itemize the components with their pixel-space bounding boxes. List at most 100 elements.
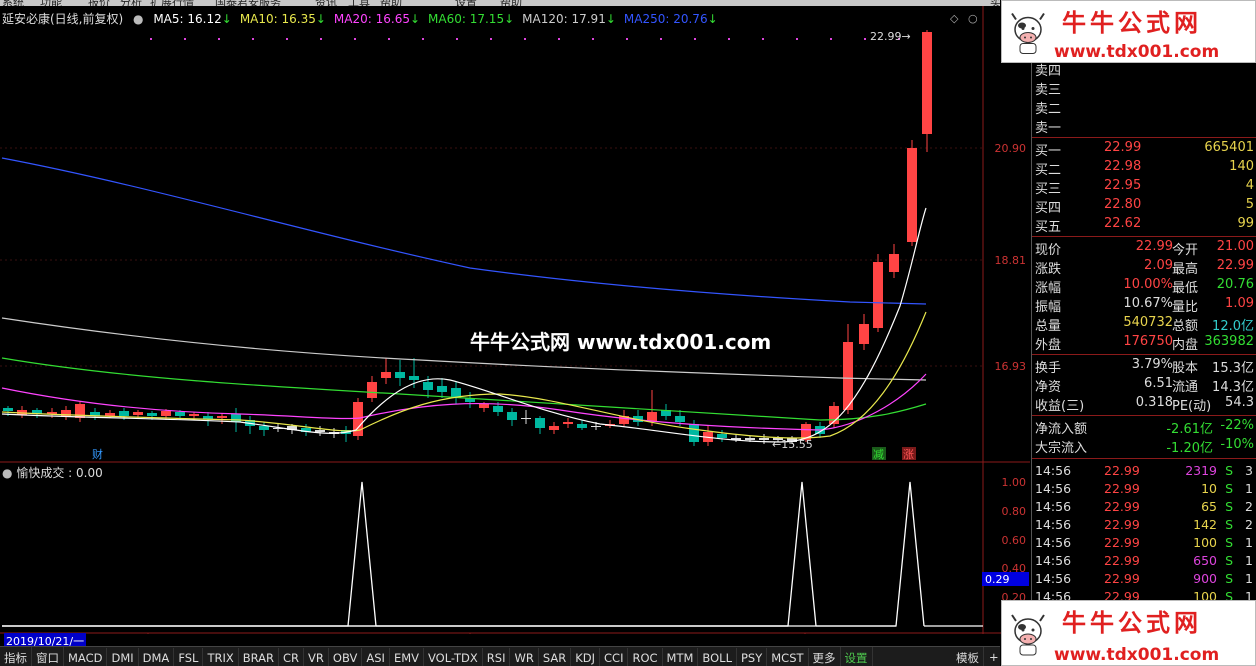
indicator-tab[interactable]: EMV — [390, 648, 424, 666]
bid-row[interactable]: 买三 22.95 4 — [1032, 178, 1256, 197]
stat-value: 363982 — [1204, 334, 1254, 349]
indicator-tab[interactable]: RSI — [483, 648, 511, 666]
stat-value: 10.67% — [1123, 296, 1173, 311]
stat-value: 540732 — [1123, 315, 1173, 330]
chart-area[interactable]: 20.90 18.81 16.93 1.00 0.80 0.60 0.40 0.20 0.29 ◇… — [0, 6, 1030, 649]
divider — [1032, 236, 1256, 237]
ask-row[interactable]: 卖一 — [1032, 117, 1256, 136]
indicator-tab[interactable]: BOLL — [698, 648, 737, 666]
indicator-header: ● 愉快成交 : 0.00 — [2, 464, 103, 481]
settings-circle-icon[interactable]: ● — [2, 466, 12, 480]
stat-label: 总额 — [1172, 319, 1199, 334]
bid-row[interactable]: 买五 22.62 99 — [1032, 216, 1256, 235]
indicator-tab[interactable]: DMA — [139, 648, 175, 666]
candle-body — [843, 342, 853, 410]
tick-row[interactable]: 14:56 22.99 2319 S 3 — [1032, 463, 1256, 481]
candle-body — [759, 438, 769, 440]
cow-mascot-icon — [1008, 607, 1048, 661]
indicator-tab[interactable]: MACD — [64, 648, 108, 666]
ma-legend-item: MA250: 20.76↓ — [624, 12, 718, 26]
flow-percent: -10% — [1220, 437, 1254, 452]
indicator-tab[interactable]: 窗口 — [32, 647, 64, 666]
bid-volume: 140 — [1229, 159, 1254, 174]
bid-row[interactable]: 买四 22.80 5 — [1032, 197, 1256, 216]
stat-value: 2.09 — [1144, 258, 1173, 273]
indicator-tab[interactable]: MTM — [663, 648, 699, 666]
ma-legend: MA5: 16.12↓ MA10: 16.35↓ MA20: 16.65↓ MA60:… — [153, 12, 725, 26]
bid-label: 买一 — [1035, 144, 1062, 159]
ask-row[interactable]: 卖二 — [1032, 98, 1256, 117]
stat-label: 外盘 — [1035, 338, 1062, 353]
bid-label: 买五 — [1035, 220, 1062, 235]
signal-dot — [490, 38, 492, 40]
stat-label: 现价 — [1035, 243, 1062, 258]
candle-body — [119, 411, 129, 416]
indicator-tab[interactable]: TRIX — [203, 648, 239, 666]
candle-body — [745, 438, 755, 440]
stat-label: 最高 — [1172, 262, 1199, 277]
bid-label: 买三 — [1035, 182, 1062, 197]
settings-circle-icon[interactable]: ● — [133, 12, 143, 26]
ma-legend-item: MA20: 16.65↓ — [334, 12, 420, 26]
indicator-tab[interactable]: BRAR — [239, 648, 280, 666]
indicator-tab[interactable]: VR — [304, 648, 329, 666]
stat-value: 15.3亿 — [1212, 361, 1254, 376]
high-price-label: 22.99→ — [870, 30, 911, 43]
tick-volume: 100 — [1193, 535, 1217, 550]
bid-row[interactable]: 买二 22.98 140 — [1032, 159, 1256, 178]
watermark-title: 牛牛公式网 — [1062, 8, 1202, 37]
tick-row[interactable]: 14:56 22.99 900 S 1 — [1032, 571, 1256, 589]
indicator-tab[interactable]: WR — [510, 648, 539, 666]
tick-row[interactable]: 14:56 22.99 100 S 1 — [1032, 535, 1256, 553]
stat-row: 振幅 10.67% 量比 1.09 — [1032, 296, 1256, 315]
tick-volume: 900 — [1193, 571, 1217, 586]
indicator-tab[interactable]: FSL — [174, 648, 204, 666]
kline-chart-svg[interactable]: 20.9018.8116.931.000.800.600.400.200.29◇… — [0, 6, 1030, 634]
bid-price: 22.80 — [1104, 197, 1142, 212]
indicator-tab[interactable]: 更多 — [809, 647, 841, 666]
stat-label: 今开 — [1172, 243, 1199, 258]
stat-value: 3.79% — [1131, 357, 1173, 372]
stat-value: 176750 — [1123, 334, 1173, 349]
signal-dot — [422, 38, 424, 40]
indicator-tab[interactable]: DMI — [107, 648, 139, 666]
tick-count: 3 — [1245, 463, 1253, 478]
signal-dot — [320, 38, 322, 40]
indicator-tab[interactable]: SAR — [539, 648, 572, 666]
indicator-tab[interactable]: PSY — [737, 648, 768, 666]
stock-label[interactable]: 延安必康(日线,前复权) — [2, 12, 123, 26]
indicator-tab[interactable]: CCI — [600, 648, 629, 666]
tick-row[interactable]: 14:56 22.99 65 S 2 — [1032, 499, 1256, 517]
tick-time: 14:56 — [1035, 481, 1072, 496]
candle-body — [907, 148, 917, 242]
stat-value: 22.99 — [1135, 239, 1173, 254]
price-axis-label: 20.90 — [995, 142, 1027, 155]
indicator-tab[interactable]: 指标 — [0, 647, 32, 666]
candle-body — [189, 414, 199, 416]
signal-dot — [728, 38, 730, 40]
signal-dot — [796, 38, 798, 40]
indicator-tab[interactable]: ROC — [628, 648, 663, 666]
candle-body — [367, 382, 377, 398]
indicator-tab[interactable]: OBV — [329, 648, 363, 666]
indicator-tab[interactable]: KDJ — [571, 648, 601, 666]
indicator-tab[interactable]: CR — [279, 648, 305, 666]
tick-volume: 2319 — [1185, 463, 1217, 478]
tick-row[interactable]: 14:56 22.99 650 S 1 — [1032, 553, 1256, 571]
tick-row[interactable]: 14:56 22.99 10 S 1 — [1032, 481, 1256, 499]
indicator-tab[interactable]: MCST — [767, 648, 809, 666]
indicator-tab[interactable]: VOL-TDX — [424, 648, 483, 666]
template-tab[interactable]: 模板 — [952, 647, 984, 666]
tick-row[interactable]: 14:56 22.99 142 S 2 — [1032, 517, 1256, 535]
add-tab-button[interactable]: + — [985, 647, 1000, 666]
bid-row[interactable]: 买一 22.99 665401 — [1032, 140, 1256, 159]
ask-row[interactable]: 卖三 — [1032, 79, 1256, 98]
signal-dot — [286, 38, 288, 40]
flow-row: 净流入额 -2.61亿 -22% — [1032, 418, 1256, 437]
stat-label: 最低 — [1172, 281, 1199, 296]
indicator-tab[interactable]: 设置 — [841, 647, 873, 666]
ma-legend-item: MA60: 17.15↓ — [428, 12, 514, 26]
bid-price: 22.98 — [1104, 159, 1142, 174]
indicator-tab[interactable]: ASI — [362, 648, 390, 666]
indicator-name[interactable]: 愉快成交 — [16, 466, 64, 480]
